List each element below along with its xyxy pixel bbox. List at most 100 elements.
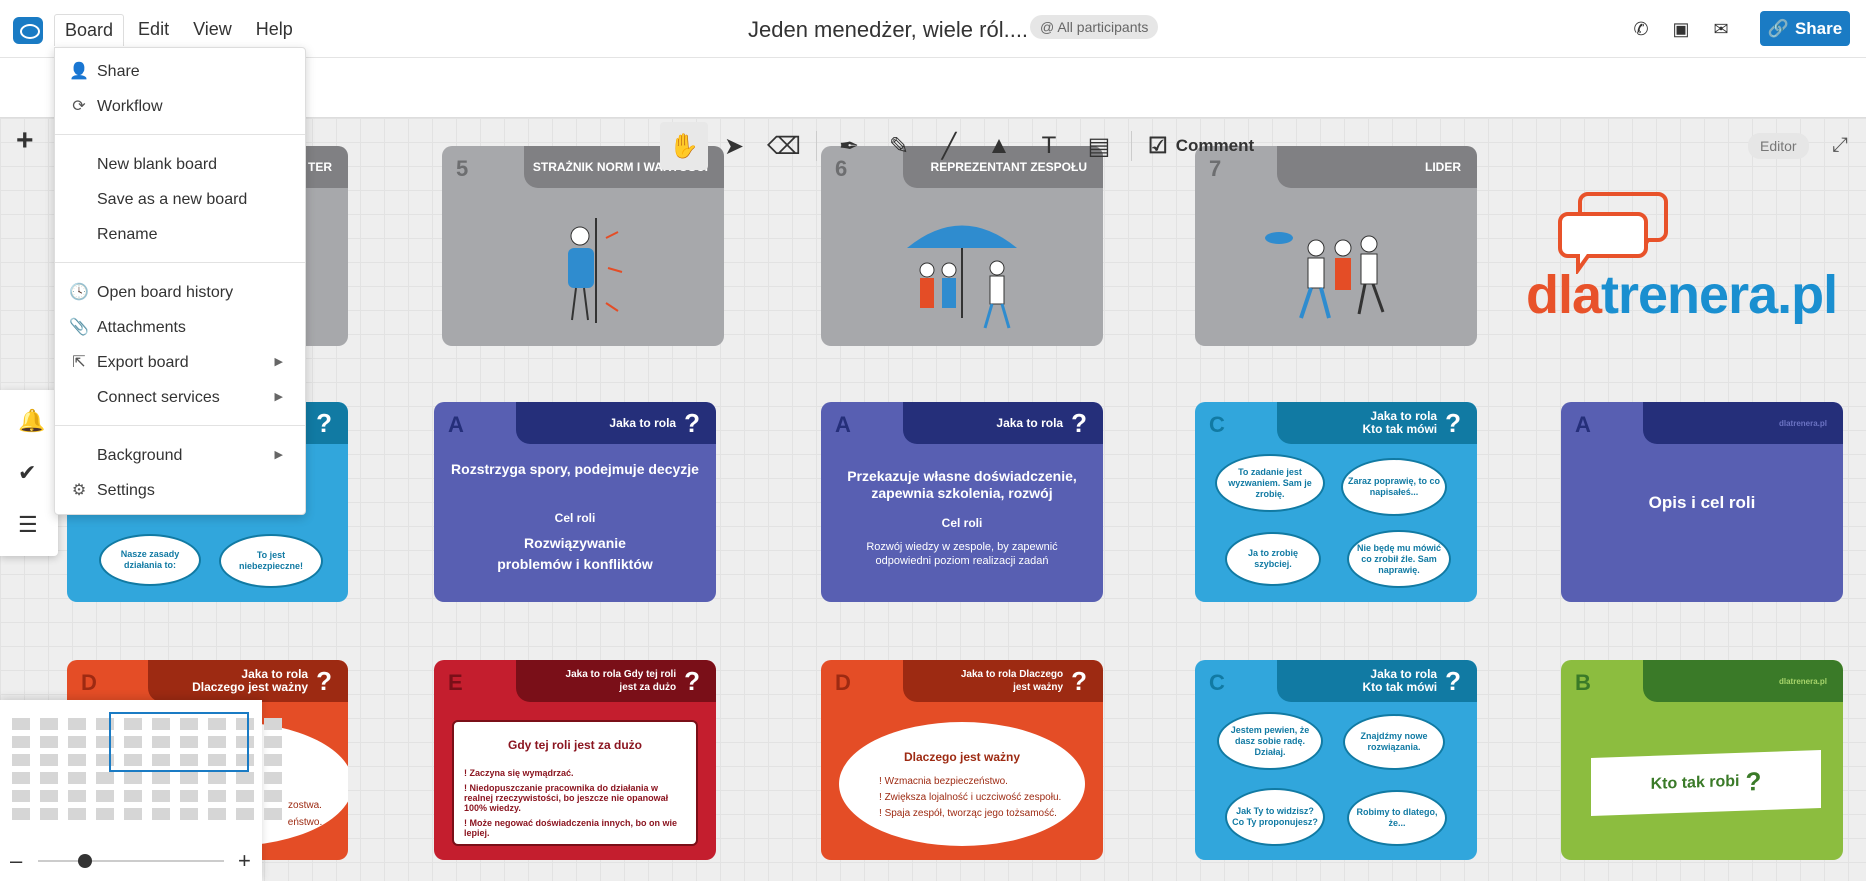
menu-item-settings[interactable]: ⚙ Settings bbox=[55, 473, 305, 508]
card-kto-tak-mowi[interactable]: C Jaka to rola Kto tak mówi? Jestem pewi… bbox=[1195, 660, 1477, 860]
card-tab: Jaka to rola Kto tak mówi? bbox=[1277, 402, 1477, 444]
pen-tool-icon[interactable]: ✒ bbox=[825, 122, 873, 170]
menu-item-attachments[interactable]: 📎 Attachments bbox=[55, 310, 305, 345]
tool-group: ✋ ➤ ⌫ ✒ ✎ ╱ ▲ T ▤ ☑ Comment bbox=[660, 122, 1262, 170]
speech-bubbles-logo-icon bbox=[1558, 192, 1668, 274]
card-letter: B bbox=[1575, 670, 1591, 695]
check-circle-icon[interactable]: ✔ bbox=[18, 460, 36, 486]
menu-edit[interactable]: Edit bbox=[128, 14, 179, 46]
presentation-icon[interactable]: ▣ bbox=[1670, 18, 1692, 40]
card-opis-i-cel[interactable]: A dlatrenera.pl Opis i cel roli bbox=[1561, 402, 1843, 602]
card-ellipse: Dlaczego jest ważny ! Wzmacnia bezpiecze… bbox=[839, 722, 1085, 846]
card-dlaczego-wazny[interactable]: D Jaka to rola Dlaczego jest ważny? Dlac… bbox=[821, 660, 1103, 860]
menu-divider bbox=[55, 262, 305, 263]
speech-bubble: Nie będę mu mówić co zrobił źle. Sam nap… bbox=[1347, 530, 1451, 588]
board-title[interactable]: Jeden menedżer, wiele ról.... bbox=[748, 17, 1028, 43]
hand-tool-icon[interactable]: ✋ bbox=[660, 122, 708, 170]
speech-bubble: Zaraz poprawię, to co napisałeś... bbox=[1341, 458, 1447, 516]
menu-item-workflow[interactable]: ⟳ Workflow bbox=[55, 89, 305, 124]
highlighter-tool-icon[interactable]: ✎ bbox=[875, 122, 923, 170]
menu-view[interactable]: View bbox=[183, 14, 242, 46]
gear-icon: ⚙ bbox=[71, 482, 87, 499]
speech-bubble: Jestem pewien, że dasz sobie radę. Dział… bbox=[1217, 712, 1323, 770]
card-role-5[interactable]: 5 STRAŻNIK NORM I WARTOŚCI bbox=[442, 146, 724, 346]
umbrella-illustration bbox=[907, 225, 1017, 329]
zoom-slider-handle[interactable] bbox=[78, 854, 92, 868]
paperclip-icon: 📎 bbox=[69, 319, 89, 336]
speech-bubble: Znajdźmy nowe rozwiązania. bbox=[1343, 714, 1445, 770]
select-tool-icon[interactable]: ➤ bbox=[710, 122, 758, 170]
card-tab: Jaka to rola Dlaczego jest ważny? bbox=[148, 660, 348, 702]
card-letter: A bbox=[448, 412, 464, 437]
card-body: Rozstrzyga spory, podejmuje decyzje Cel … bbox=[451, 461, 699, 572]
sync-icon: ⟳ bbox=[72, 98, 86, 115]
comment-tool[interactable]: ☑ Comment bbox=[1140, 133, 1262, 159]
zoom-out-icon[interactable]: – bbox=[10, 850, 22, 872]
card-kto-tak-robi[interactable]: B dlatrenera.pl Kto tak robi? bbox=[1561, 660, 1843, 860]
card-letter: A bbox=[835, 412, 851, 437]
menu-item-background[interactable]: Background ▶ bbox=[55, 438, 305, 473]
eraser-tool-icon[interactable]: ⌫ bbox=[760, 122, 808, 170]
fullscreen-icon[interactable]: ⤢ bbox=[1832, 134, 1848, 157]
card-letter: E bbox=[448, 670, 463, 695]
card-tab: Jaka to rola Kto tak mówi? bbox=[1277, 660, 1477, 702]
card-letter: A bbox=[1575, 412, 1591, 437]
menu-help[interactable]: Help bbox=[246, 14, 303, 46]
card-role-description[interactable]: A Jaka to rola? Przekazuje własne doświa… bbox=[821, 402, 1103, 602]
app-logo-icon[interactable] bbox=[13, 17, 43, 44]
card-role-description[interactable]: A Jaka to rola? Rozstrzyga spory, podejm… bbox=[434, 402, 716, 602]
chevron-right-icon: ▶ bbox=[274, 391, 283, 403]
menu-item-save-as-new[interactable]: Save as a new board bbox=[55, 182, 305, 217]
sticky-note-tool-icon[interactable]: ▤ bbox=[1075, 122, 1123, 170]
phone-icon[interactable]: ✆ bbox=[1630, 18, 1652, 40]
minimap[interactable] bbox=[0, 700, 282, 881]
toolbar-divider bbox=[816, 131, 817, 161]
guardian-illustration bbox=[568, 218, 623, 323]
card-tab: Jaka to rola Dlaczego jest ważny? bbox=[903, 660, 1103, 702]
speech-bubble: To jest niebezpieczne! bbox=[219, 534, 323, 588]
speech-bubble: Jak Ty to widzisz? Co Ty proponujesz? bbox=[1225, 788, 1325, 846]
menu-item-new-blank-board[interactable]: New blank board bbox=[55, 147, 305, 182]
minimap-viewport[interactable] bbox=[109, 712, 249, 772]
card-body: Przekazuje własne doświadczenie, zapewni… bbox=[847, 468, 1077, 567]
speech-bubble: Ja to zrobię szybciej. bbox=[1225, 532, 1321, 586]
card-letter: C bbox=[1209, 670, 1225, 695]
menu-divider bbox=[55, 134, 305, 135]
participants-badge[interactable]: @ All participants bbox=[1030, 15, 1159, 39]
user-icon: 👤 bbox=[69, 63, 89, 80]
card-label: Kto tak robi? bbox=[1591, 749, 1821, 817]
line-tool-icon[interactable]: ╱ bbox=[925, 122, 973, 170]
card-number: 5 bbox=[456, 156, 469, 181]
card-whitebox: Gdy tej roli jest za dużo ! Zaczyna się … bbox=[452, 720, 698, 846]
card-role-6[interactable]: 6 REPREZENTANT ZESPOŁU bbox=[821, 146, 1103, 346]
card-body: Opis i cel roli bbox=[1648, 493, 1756, 512]
dlatrenera-logo: dlatrenera.pl bbox=[1526, 184, 1838, 325]
speech-bubble: Robimy to dlatego, że... bbox=[1347, 790, 1447, 846]
card-letter: D bbox=[835, 670, 851, 695]
export-icon: ⇱ bbox=[72, 354, 86, 371]
board-menu-dropdown: 👤 Share ⟳ Workflow New blank board Save as… bbox=[54, 47, 306, 515]
chevron-right-icon: ▶ bbox=[274, 449, 283, 461]
leader-illustration bbox=[1265, 232, 1385, 319]
shapes-tool-icon[interactable]: ▲ bbox=[975, 122, 1023, 170]
text-tool-icon[interactable]: T bbox=[1025, 122, 1073, 170]
bell-icon[interactable]: 🔔 bbox=[18, 408, 45, 434]
card-kto-tak-mowi[interactable]: C Jaka to rola Kto tak mówi? To zadanie … bbox=[1195, 402, 1477, 602]
menu-item-connect-services[interactable]: Connect services ▶ bbox=[55, 380, 305, 415]
card-role-7[interactable]: 7 LIDER bbox=[1195, 146, 1477, 346]
menu-item-share[interactable]: 👤 Share bbox=[55, 54, 305, 89]
menu-item-rename[interactable]: Rename bbox=[55, 217, 305, 252]
menu-board[interactable]: Board bbox=[54, 14, 125, 46]
add-icon[interactable]: + bbox=[16, 124, 34, 158]
editor-badge: Editor bbox=[1748, 133, 1809, 159]
menu-item-history[interactable]: 🕓 Open board history bbox=[55, 275, 305, 310]
menu-bar: Board Edit View Help bbox=[54, 14, 303, 46]
chat-icon[interactable]: ✉ bbox=[1710, 18, 1732, 40]
share-button[interactable]: 🔗 Share bbox=[1760, 11, 1850, 46]
menu-item-export[interactable]: ⇱ Export board ▶ bbox=[55, 345, 305, 380]
zoom-slider[interactable] bbox=[38, 860, 224, 862]
card-gdy-za-duzo[interactable]: E Jaka to rola Gdy tej roli jest za dużo… bbox=[434, 660, 716, 860]
clock-icon: 🕓 bbox=[69, 284, 89, 301]
list-icon[interactable]: ☰ bbox=[18, 512, 38, 538]
zoom-in-icon[interactable]: + bbox=[238, 850, 251, 872]
